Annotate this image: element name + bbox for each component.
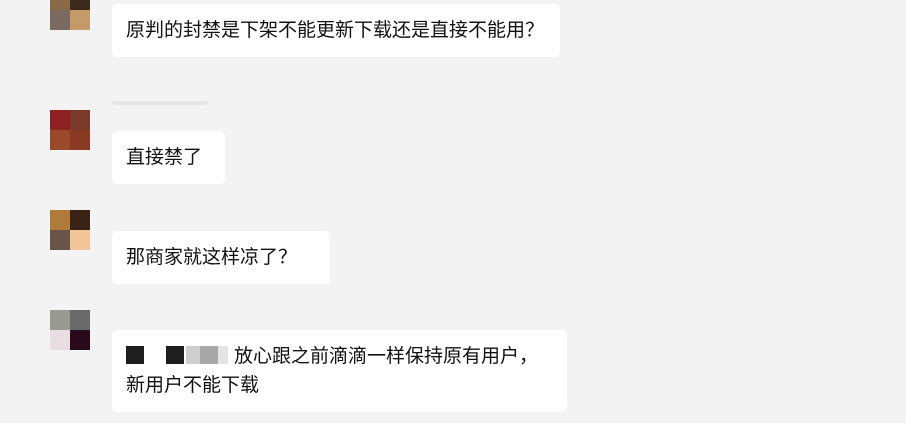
avatar-pixel	[70, 310, 90, 330]
avatar-pixel	[50, 330, 70, 350]
avatar[interactable]	[50, 210, 90, 250]
avatar-pixel	[50, 130, 70, 150]
message-text: 原判的封禁是下架不能更新下载还是直接不能用？	[126, 19, 545, 41]
message-bubble[interactable]: 放心跟之前滴滴一样保持原有用户，新用户不能下载	[112, 330, 567, 412]
sender-name-redacted	[112, 101, 208, 105]
avatar-pixel	[50, 10, 70, 30]
avatar[interactable]	[50, 310, 90, 350]
avatar[interactable]	[50, 0, 90, 30]
avatar-pixel	[70, 110, 90, 130]
avatar-pixel	[50, 230, 70, 250]
avatar[interactable]	[50, 110, 90, 150]
avatar-pixel	[70, 230, 90, 250]
message-bubble[interactable]: 直接禁了	[112, 131, 225, 184]
message-text: 那商家就这样凉了？	[126, 246, 298, 268]
avatar-pixel	[70, 10, 90, 30]
redacted-mention	[126, 345, 228, 367]
message-text: 直接禁了	[126, 146, 203, 168]
avatar-pixel	[70, 330, 90, 350]
avatar-pixel	[50, 0, 70, 10]
avatar-pixel	[70, 210, 90, 230]
avatar-pixel	[70, 0, 90, 10]
avatar-pixel	[50, 210, 70, 230]
avatar-pixel	[50, 310, 70, 330]
avatar-pixel	[50, 110, 70, 130]
avatar-pixel	[70, 130, 90, 150]
message-bubble[interactable]: 那商家就这样凉了？	[112, 231, 330, 284]
message-bubble[interactable]: 原判的封禁是下架不能更新下载还是直接不能用？	[112, 4, 560, 57]
